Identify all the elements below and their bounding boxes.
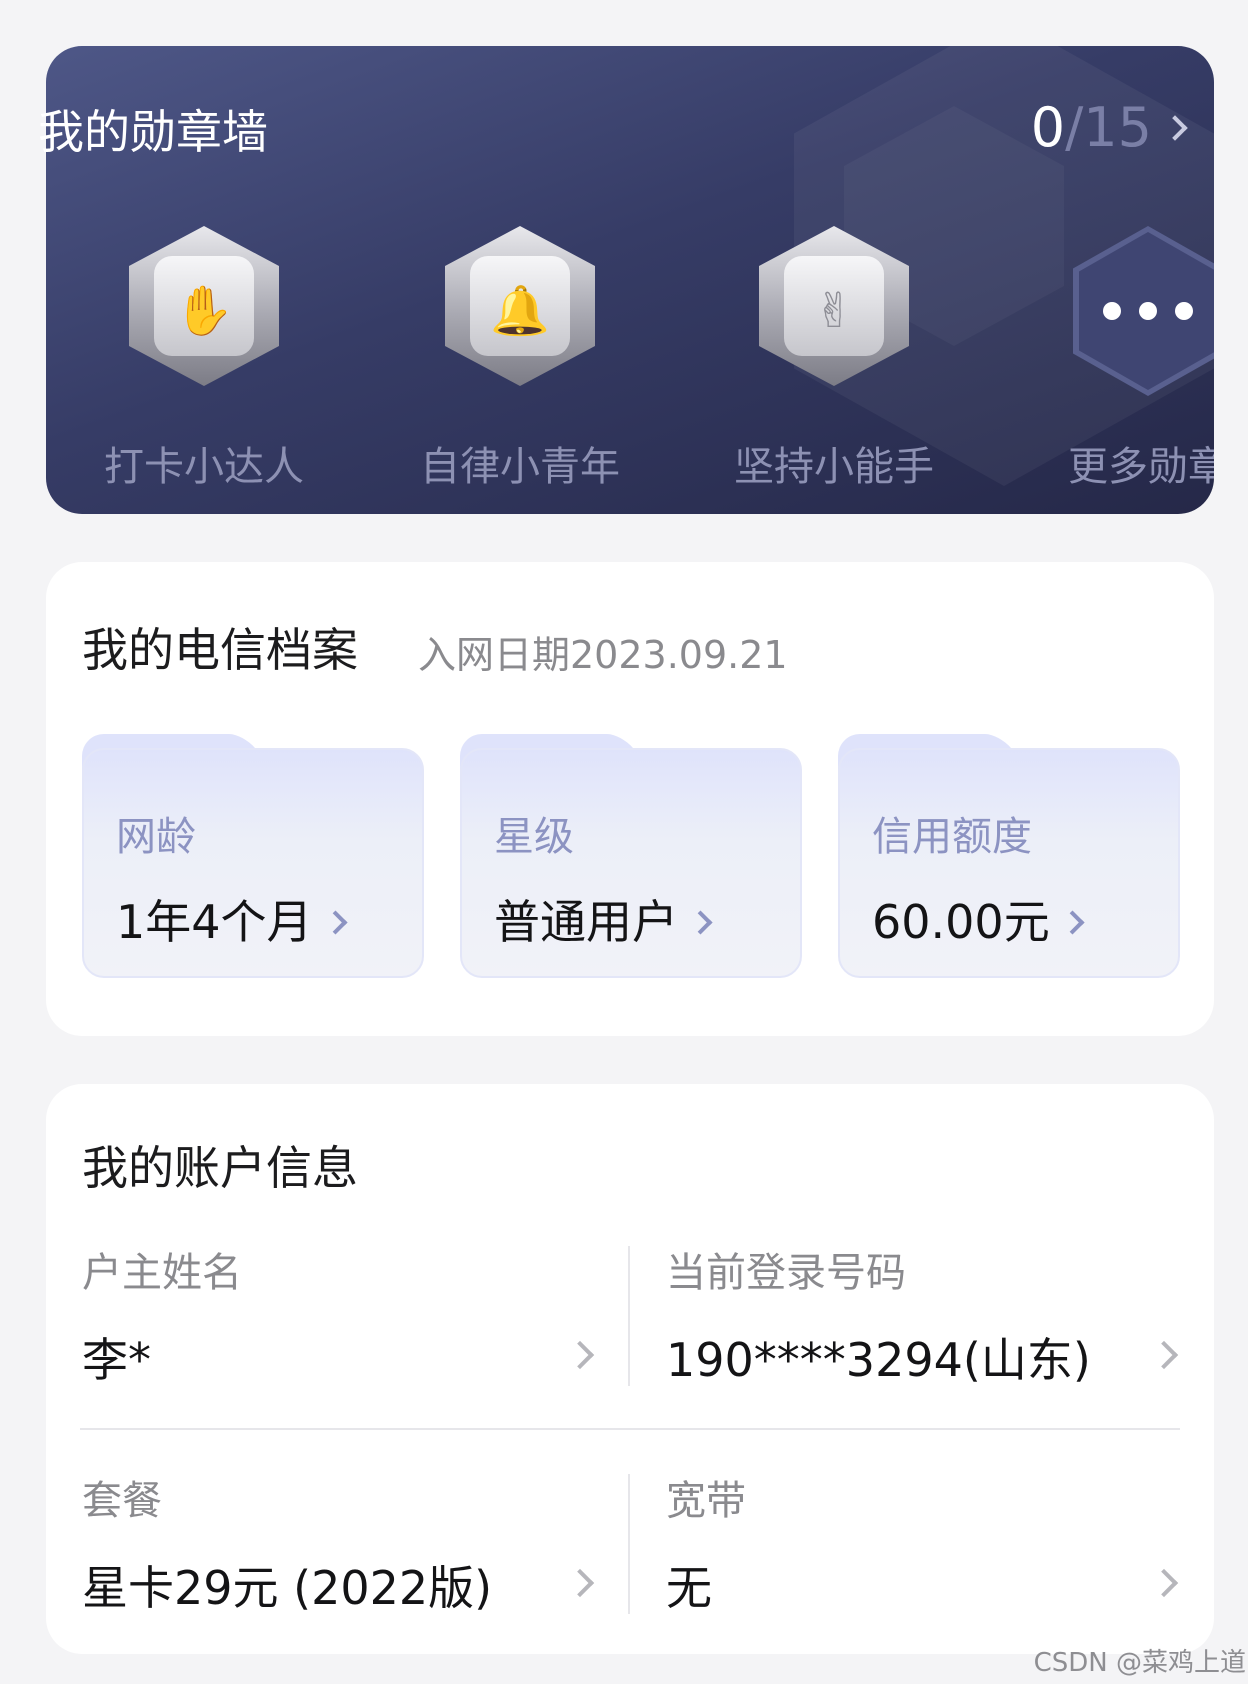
row-divider bbox=[80, 1428, 1180, 1430]
star-level-label: 星级 bbox=[494, 814, 574, 860]
hands-calendar-medal-icon: ✋ bbox=[129, 226, 279, 386]
star-level-card[interactable]: 星级 普通用户 bbox=[460, 734, 802, 978]
profile-title: 我的电信档案 bbox=[82, 623, 358, 677]
chevron-right-icon bbox=[1060, 909, 1085, 935]
credit-limit-card[interactable]: 信用额度 60.00元 bbox=[838, 734, 1180, 978]
join-date: 入网日期2023.09.21 bbox=[418, 633, 788, 677]
medal-total-count: /15 bbox=[1065, 96, 1152, 159]
column-divider bbox=[628, 1246, 630, 1386]
hands-bell-medal-icon: 🔔 bbox=[445, 226, 595, 386]
login-number-label: 当前登录号码 bbox=[666, 1250, 906, 1296]
network-age-value: 1年4个月 bbox=[116, 892, 348, 952]
broadband-cell[interactable]: 宽带 无 bbox=[666, 1474, 1166, 1618]
column-divider bbox=[628, 1474, 630, 1614]
owner-name-value: 李* bbox=[82, 1333, 151, 1387]
more-medals-item[interactable]: 更多勋章 bbox=[988, 226, 1214, 492]
star-level-text: 普通用户 bbox=[494, 895, 678, 949]
hand-victory-medal-icon: ✌ bbox=[759, 226, 909, 386]
network-age-label: 网龄 bbox=[116, 814, 196, 860]
plan-value: 星卡29元 (2022版) bbox=[82, 1561, 493, 1615]
medal-wall-title: 我的勋章墙 bbox=[38, 105, 268, 159]
plan-cell[interactable]: 套餐 星卡29元 (2022版) bbox=[82, 1474, 602, 1618]
broadband-value: 无 bbox=[666, 1561, 712, 1615]
star-level-value: 普通用户 bbox=[494, 892, 713, 952]
medal-item[interactable]: ✌ 坚持小能手 bbox=[674, 226, 994, 492]
plan-label: 套餐 bbox=[82, 1478, 162, 1524]
credit-limit-text: 60.00元 bbox=[872, 895, 1050, 949]
medal-label: 坚持小能手 bbox=[734, 444, 934, 490]
network-age-text: 1年4个月 bbox=[116, 895, 313, 949]
chevron-right-icon bbox=[688, 909, 713, 935]
medal-count-link[interactable]: 0 /15 bbox=[1030, 96, 1188, 159]
credit-limit-value: 60.00元 bbox=[872, 892, 1085, 952]
login-number-value: 190****3294(山东) bbox=[666, 1333, 1091, 1387]
chevron-right-icon bbox=[1162, 115, 1188, 141]
chevron-right-icon bbox=[323, 909, 348, 935]
broadband-label: 宽带 bbox=[666, 1478, 746, 1524]
account-title: 我的账户信息 bbox=[82, 1141, 358, 1195]
owner-name-label: 户主姓名 bbox=[82, 1250, 242, 1296]
watermark: CSDN @菜鸡上道 bbox=[1033, 1648, 1246, 1678]
credit-limit-label: 信用额度 bbox=[872, 814, 1032, 860]
medal-label: 自律小青年 bbox=[420, 444, 620, 490]
network-age-card[interactable]: 网龄 1年4个月 bbox=[82, 734, 424, 978]
medal-item[interactable]: 🔔 自律小青年 bbox=[360, 226, 680, 492]
medal-label: 打卡小达人 bbox=[104, 444, 304, 490]
medal-earned-count: 0 bbox=[1030, 96, 1066, 159]
medal-label: 更多勋章 bbox=[1068, 444, 1214, 490]
medal-item[interactable]: ✋ 打卡小达人 bbox=[44, 226, 364, 492]
owner-name-cell[interactable]: 户主姓名 李* bbox=[82, 1246, 602, 1390]
login-number-cell[interactable]: 当前登录号码 190****3294(山东) bbox=[666, 1246, 1166, 1390]
more-dots-icon bbox=[1079, 232, 1214, 390]
more-badge-frame bbox=[1073, 226, 1214, 396]
